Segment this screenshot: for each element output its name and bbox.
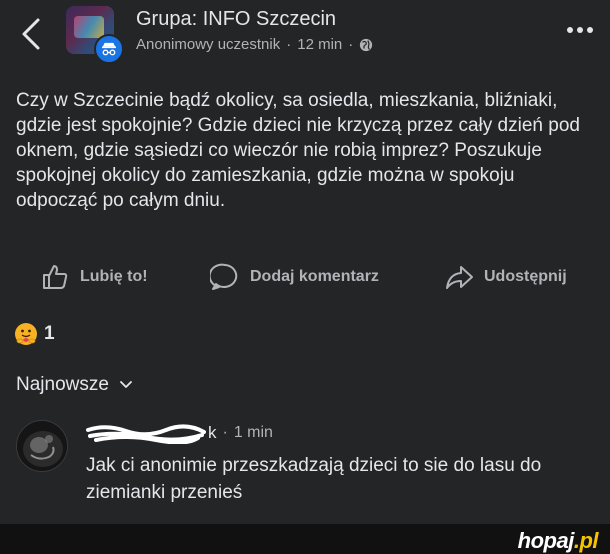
share-label: Udostępnij — [484, 268, 567, 285]
ultrasound-image-icon — [17, 421, 67, 471]
chevron-down-icon — [120, 381, 132, 388]
more-dots-icon[interactable] — [562, 18, 598, 42]
like-button[interactable]: Lubię to! — [40, 262, 148, 292]
anonymous-avatar-icon — [94, 34, 124, 64]
comment-header: k · 1 min — [86, 420, 273, 446]
meta-separator: · — [286, 36, 292, 53]
comment-sort-dropdown[interactable]: Najnowsze — [16, 374, 133, 396]
comment-avatar[interactable] — [16, 420, 68, 472]
meta-separator-2: · — [348, 36, 354, 53]
reaction-count: 1 — [44, 323, 55, 344]
reactions-summary[interactable]: 1 — [14, 322, 55, 346]
post-body: Czy w Szczecinie bądź okolicy, sa osiedl… — [16, 90, 580, 211]
like-label: Lubię to! — [80, 268, 148, 285]
share-button[interactable]: Udostępnij — [444, 262, 567, 292]
redacted-author-name — [86, 424, 206, 444]
thumbs-up-icon — [43, 265, 68, 289]
post-meta: Anonimowy uczestnik · 12 min · — [136, 36, 373, 53]
comment-label: Dodaj komentarz — [250, 268, 379, 285]
post-author[interactable]: Anonimowy uczestnik — [136, 36, 280, 53]
watermark-tld: .pl — [573, 528, 599, 553]
post-actions: Lubię to! Dodaj komentarz Udostępnij — [0, 258, 610, 298]
sort-label: Najnowsze — [16, 374, 109, 395]
share-arrow-icon — [446, 266, 473, 289]
watermark-brand: hopaj — [517, 528, 575, 553]
care-reaction-icon — [15, 323, 37, 345]
comment-separator: · — [222, 424, 228, 441]
comment-time[interactable]: 1 min — [234, 424, 273, 442]
group-title[interactable]: Grupa: INFO Szczecin — [136, 8, 336, 31]
post-header: Grupa: INFO Szczecin Anonimowy uczestnik… — [0, 0, 610, 70]
comment-button[interactable]: Dodaj komentarz — [210, 262, 379, 292]
globe-icon — [360, 38, 373, 51]
comment-author-suffix[interactable]: k — [208, 423, 217, 443]
post-time[interactable]: 12 min — [297, 36, 342, 53]
chevron-left-icon[interactable] — [18, 16, 46, 52]
site-watermark: hopaj.pl — [517, 528, 599, 554]
comment-body: Jak ci anonimie przeszkadzają dzieci to … — [86, 455, 542, 503]
group-avatar-image — [74, 16, 104, 38]
comment-bubble-icon — [210, 263, 238, 290]
